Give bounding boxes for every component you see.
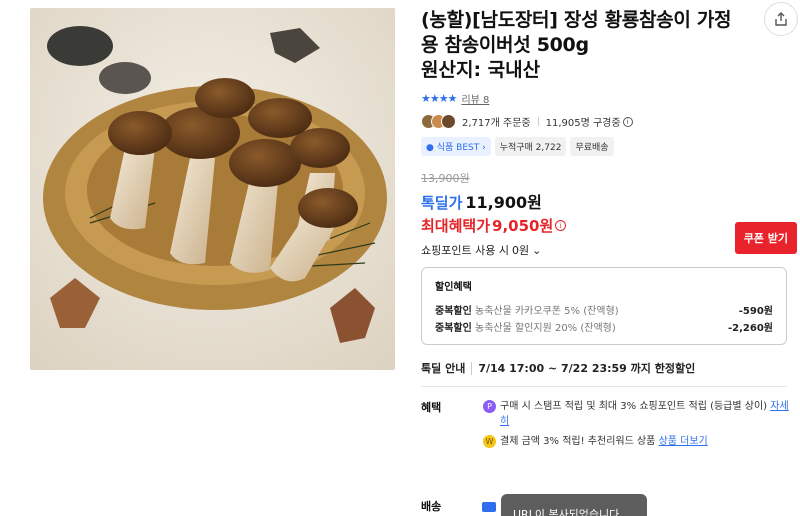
deal-label: 톡딜가 xyxy=(421,194,463,212)
info-icon[interactable]: i xyxy=(622,116,633,127)
best-price-row: 최대혜택가 9,050원 i xyxy=(421,215,789,236)
best-price-label: 최대혜택가 xyxy=(421,217,491,235)
rating-row: ★★★★ 리뷰 8 xyxy=(421,91,789,106)
benefit-list: P 구매 시 스탬프 적립 및 최대 3% 쇼핑포인트 적립 (등급별 상이) … xyxy=(483,399,789,454)
reward-icon: W xyxy=(483,435,496,448)
deal-price: 11,900원 xyxy=(465,193,542,212)
divider xyxy=(471,361,473,375)
discount-box: 할인혜택 중복할인 농축산물 카카오쿠폰 5% (잔액형) -590원 중복할인… xyxy=(421,267,787,345)
product-info: (농할)[남도장터] 장성 황룡참송이 가정용 참송이버섯 500g 원산지: … xyxy=(421,8,789,454)
stats-row: 2,717개 주문중 11,905명 구경중 i xyxy=(421,114,789,129)
cumulative-purchase-badge: 누적구매 2,722 xyxy=(494,137,567,156)
discount-row: 중복할인 농축산물 할인지원 20% (잔액형) -2,260원 xyxy=(435,320,773,337)
truck-icon xyxy=(482,502,496,512)
copy-toast: URL이 복사되었습니다 xyxy=(501,494,647,516)
buyer-avatars xyxy=(421,114,456,129)
avatar xyxy=(441,114,456,129)
delivery-label: 배송 xyxy=(421,500,442,513)
best-price: 9,050원 xyxy=(492,217,554,235)
product-title: (농할)[남도장터] 장성 황룡참송이 가정용 참송이버섯 500g xyxy=(421,9,732,56)
badge-label: 식품 BEST xyxy=(436,143,480,153)
coupon-button[interactable]: 쿠폰 받기 xyxy=(734,222,797,254)
discount-kind: 중복할인 xyxy=(435,323,472,334)
divider xyxy=(537,117,539,126)
benefit-item: W 결제 금액 3% 적립! 추천리워드 상품 상품 더보기 xyxy=(483,434,789,449)
rating-stars: ★★★★ xyxy=(421,92,457,105)
product-image xyxy=(30,8,395,370)
benefit-section: 혜택 P 구매 시 스탬프 적립 및 최대 3% 쇼핑포인트 적립 (등급별 상… xyxy=(421,399,789,454)
benefit-text: 구매 시 스탬프 적립 및 최대 3% 쇼핑포인트 적립 (등급별 상이) xyxy=(500,401,768,412)
special-deal-period: 7/14 17:00 ~ 7/22 23:59 까지 한정할인 xyxy=(478,362,696,375)
review-link[interactable]: 리뷰 8 xyxy=(461,91,489,106)
food-best-badge[interactable]: ● 식품 BEST › xyxy=(421,137,491,156)
discount-desc: 농축산물 할인지원 20% (잔액형) xyxy=(475,323,616,334)
chevron-down-icon: ⌄ xyxy=(532,243,542,257)
product-origin: 원산지: 국내산 xyxy=(421,59,541,81)
discount-amount: -590원 xyxy=(738,306,773,317)
deal-price-row: 톡딜가 11,900원 xyxy=(421,189,789,213)
benefit-item: P 구매 시 스탬프 적립 및 최대 3% 쇼핑포인트 적립 (등급별 상이) … xyxy=(483,399,789,429)
mushroom-basket-photo xyxy=(30,8,395,370)
info-icon[interactable]: i xyxy=(555,220,567,231)
special-deal-label: 톡딜 안내 xyxy=(421,362,466,375)
free-shipping-badge: 무료배송 xyxy=(570,137,614,156)
discount-kind: 중복할인 xyxy=(435,306,472,317)
points-value: 0원 xyxy=(511,244,530,257)
order-count: 2,717개 주문중 xyxy=(462,118,531,129)
divider xyxy=(421,386,787,387)
discount-amount: -2,260원 xyxy=(728,323,773,334)
points-dropdown[interactable]: 쇼핑포인트 사용 시 0원 ⌄ xyxy=(421,242,789,258)
points-label: 쇼핑포인트 사용 시 xyxy=(421,244,509,257)
badge-list: ● 식품 BEST › 누적구매 2,722 무료배송 xyxy=(421,137,789,156)
special-deal-row: 톡딜 안내 7/14 17:00 ~ 7/22 23:59 까지 한정할인 xyxy=(421,360,789,376)
viewer-count: 11,905명 구경중 xyxy=(545,118,621,129)
original-price: 13,900원 xyxy=(421,172,470,185)
benefit-label: 혜택 xyxy=(421,401,442,414)
discount-heading: 할인혜택 xyxy=(435,282,472,293)
more-products-link[interactable]: 상품 더보기 xyxy=(659,436,708,447)
discount-row: 중복할인 농축산물 카카오쿠폰 5% (잔액형) -590원 xyxy=(435,303,773,320)
discount-desc: 농축산물 카카오쿠폰 5% (잔액형) xyxy=(475,306,619,317)
benefit-text: 결제 금액 3% 적립! 추천리워드 상품 xyxy=(500,436,656,447)
point-icon: P xyxy=(483,400,496,413)
